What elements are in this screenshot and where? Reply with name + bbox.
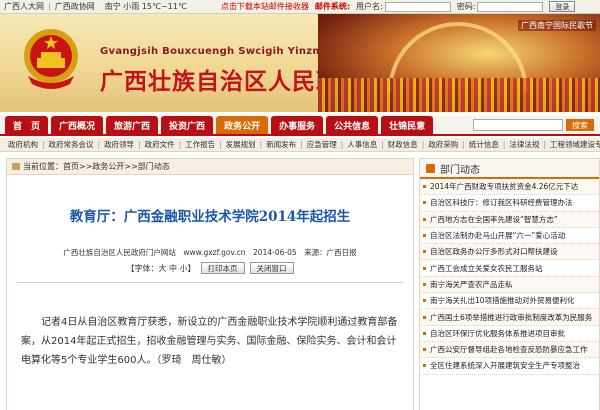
bullet-icon	[423, 266, 426, 270]
tab-home[interactable]: 首 页	[5, 116, 49, 134]
tab-investment[interactable]: 投资广西	[161, 116, 214, 134]
bullet-icon	[423, 364, 426, 368]
list-item[interactable]: 南宁海关扎出10项措施推动对外贸易便利化	[420, 293, 599, 310]
tab-tourism[interactable]: 旅游广西	[106, 116, 159, 134]
bullet-icon	[423, 299, 426, 303]
list-item[interactable]: 广西公安厅督导组赴各地检查反恐防暴应急工作	[420, 341, 599, 359]
site-header: Gvangjsih Bouxcuengh Swcigih Yinzminz Cw…	[0, 14, 600, 112]
list-item[interactable]: 自治区环保厅优化服务体系推进项目审批	[420, 326, 599, 342]
home-icon	[12, 163, 20, 170]
search-input[interactable]	[473, 119, 563, 131]
list-item[interactable]: 广西工会成立关爱女农民工服务站	[420, 260, 599, 277]
link-gx-npc[interactable]: 广西人大网	[0, 1, 48, 12]
bullet-icon	[423, 315, 426, 319]
list-item[interactable]: 广西国土6项举措推进行政审批制度改革为民服务	[420, 309, 599, 326]
subnav-item[interactable]: 政府领导	[102, 139, 136, 150]
article-body: 记者4日从自治区教育厅获悉，新设立的广西金融职业技术学院顺利通过教育部备案，从2…	[21, 317, 398, 366]
banner-performers	[318, 78, 600, 112]
sub-nav: 政府机构 | 政府常务会议 | 政府领导 | 政府文件 | 工作报告 | 发展规划 | 新闻…	[0, 138, 600, 152]
subnav-item[interactable]: 工程领域建设专栏	[548, 139, 600, 150]
breadcrumb: 当前位置：首页>>政务公开>>部门动态	[7, 159, 413, 175]
header-banner-image: 广西南宁国际民歌节	[318, 14, 600, 112]
subnav-item[interactable]: 统计信息	[467, 139, 501, 150]
list-item[interactable]: 南宁海关严查农产品走私	[420, 276, 599, 294]
close-window-button[interactable]: 关闭窗口	[249, 262, 294, 274]
username-input[interactable]	[384, 1, 451, 12]
bullet-icon	[423, 250, 426, 254]
subnav-item[interactable]: 新闻发布	[264, 139, 298, 150]
list-item[interactable]: 自治区政务办公厅多形式对口帮扶建设	[420, 244, 599, 261]
article-tools: 【字体：大 中 小】 打印本页 关闭窗口	[7, 262, 413, 274]
national-emblem-icon	[24, 29, 78, 89]
article-title: 教育厅：广西金融职业技术学院2014年起招生	[69, 209, 351, 225]
login-button[interactable]: 登录	[549, 1, 576, 12]
font-size-selector[interactable]: 【字体：大 中 小】	[126, 263, 195, 274]
bullet-icon	[423, 217, 426, 221]
mail-system-label: 邮件系统:	[314, 2, 351, 11]
weather-text: 南宁 小雨 15℃~11℃	[104, 2, 187, 11]
subnav-item[interactable]: 人事信息	[345, 139, 379, 150]
username-label: 用户名:	[356, 2, 383, 11]
main-nav: 首 页 广西概况 旅游广西 投资广西 政务公开 办事服务 公共信息 壮锦民意 搜…	[0, 116, 600, 136]
bullet-icon	[423, 234, 426, 238]
sidebar-header: 部门动态	[420, 159, 599, 179]
bullet-icon	[423, 201, 426, 205]
tab-public-opinion[interactable]: 壮锦民意	[381, 116, 434, 134]
sidebar-title: 部门动态	[440, 164, 480, 176]
top-bar: 广西人大网 | 广西政协网 南宁 小雨 15℃~11℃ 点击下载本站邮件接收器 …	[0, 0, 600, 14]
bullet-icon	[423, 282, 426, 286]
site-search: 搜索	[473, 116, 594, 134]
list-item[interactable]: 全区住建系统深入开展建筑安全生产专项整治	[420, 358, 599, 375]
tab-government-affairs[interactable]: 政务公开	[216, 116, 269, 134]
list-item[interactable]: 自治区法制办赴马山开展“六一”爱心活动	[420, 228, 599, 245]
subnav-item[interactable]: 应急管理	[305, 139, 339, 150]
subnav-item[interactable]: 财政信息	[386, 139, 420, 150]
list-item[interactable]: 广西地方志在全国率先建设“智慧方志”	[420, 211, 599, 228]
bullet-icon	[423, 331, 426, 335]
bullet-icon	[423, 348, 426, 352]
download-mail-client-link[interactable]: 点击下载本站邮件接收器	[221, 1, 309, 12]
article-meta: 广西壮族自治区人民政府门户网站 www.gxzf.gov.cn 2014-06-…	[63, 248, 357, 257]
print-button[interactable]: 打印本页	[200, 262, 245, 274]
subnav-item[interactable]: 政府采购	[426, 139, 460, 150]
list-item[interactable]: 自治区科技厅：修订我区科研经费管理办法	[420, 195, 599, 212]
news-list: 2014年广西财政专项扶贫资金4.26亿元下达 自治区科技厅：修订我区科研经费管…	[420, 179, 599, 375]
password-label: 密码:	[456, 2, 476, 11]
tab-public-info[interactable]: 公共信息	[326, 116, 379, 134]
link-gx-cppcc[interactable]: 广西政协网	[51, 1, 99, 12]
tab-overview[interactable]: 广西概况	[51, 116, 104, 134]
banner-caption: 广西南宁国际民歌节	[518, 20, 596, 31]
subnav-item[interactable]: 政府常务会议	[47, 139, 96, 150]
password-input[interactable]	[477, 1, 544, 12]
list-item[interactable]: 2014年广西财政专项扶贫资金4.26亿元下达	[420, 179, 599, 196]
tab-services[interactable]: 办事服务	[271, 116, 324, 134]
subnav-item[interactable]: 政府机构	[6, 139, 40, 150]
divider	[17, 282, 403, 283]
search-button[interactable]: 搜索	[566, 119, 594, 131]
subnav-item[interactable]: 政府文件	[143, 139, 177, 150]
bullet-icon	[423, 185, 426, 189]
subnav-item[interactable]: 发展规划	[224, 139, 258, 150]
department-news-sidebar: 部门动态 2014年广西财政专项扶贫资金4.26亿元下达 自治区科技厅：修订我区…	[419, 158, 600, 410]
section-icon	[426, 163, 435, 173]
breadcrumb-text[interactable]: 当前位置：首页>>政务公开>>部门动态	[23, 161, 170, 172]
article-panel: 当前位置：首页>>政务公开>>部门动态 教育厅：广西金融职业技术学院2014年起…	[6, 158, 414, 410]
subnav-item[interactable]: 工作报告	[183, 139, 217, 150]
subnav-item[interactable]: 法律法规	[507, 139, 541, 150]
